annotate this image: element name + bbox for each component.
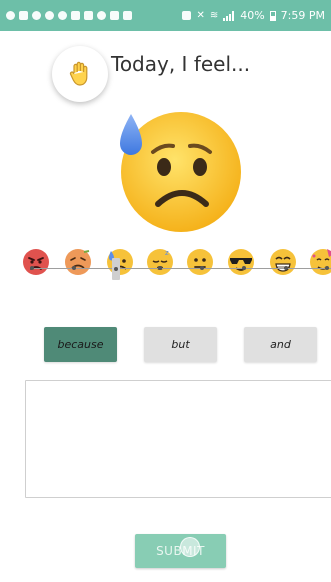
messenger-icon <box>6 11 15 20</box>
touch-indicator <box>180 537 200 557</box>
wifi-icon: ≋ <box>209 10 219 21</box>
but-button[interactable]: but <box>144 327 217 362</box>
selected-mood-emoji <box>118 108 244 232</box>
image-icon <box>71 11 80 20</box>
and-button[interactable]: and <box>244 327 317 362</box>
system-status: ✕ ≋ 40% 7:59 PM <box>182 9 325 22</box>
slider-thumb[interactable] <box>112 258 120 280</box>
gallery-icon <box>123 11 132 20</box>
calendar-icon <box>19 11 28 20</box>
notification-icons <box>6 11 132 20</box>
because-button[interactable]: because <box>44 327 117 362</box>
battery-percent: 40% <box>240 9 265 22</box>
raised-hand-icon[interactable] <box>52 46 108 102</box>
battery-icon <box>269 10 276 21</box>
mood-slider[interactable] <box>26 255 331 295</box>
reason-textarea[interactable] <box>25 380 331 498</box>
slider-tick <box>242 266 246 270</box>
gamepad-icon <box>84 11 93 20</box>
page-title: Today, I feel... <box>111 52 251 76</box>
slider-tick <box>200 266 204 270</box>
clock: 7:59 PM <box>280 9 325 22</box>
leaf-icon <box>45 11 54 20</box>
minus-circle-icon <box>32 11 41 20</box>
status-bar: ✕ ≋ 40% 7:59 PM <box>0 0 331 31</box>
slider-tick <box>284 266 288 270</box>
messenger-icon <box>58 11 67 20</box>
slider-tick <box>158 266 162 270</box>
slider-tick <box>325 266 329 270</box>
cast-icon <box>182 11 192 20</box>
phone-icon <box>97 11 106 20</box>
signal-icon <box>223 10 235 21</box>
slider-tick <box>30 266 34 270</box>
mute-icon: ✕ <box>196 10 205 21</box>
slider-tick <box>72 266 76 270</box>
mail-icon <box>110 11 119 20</box>
